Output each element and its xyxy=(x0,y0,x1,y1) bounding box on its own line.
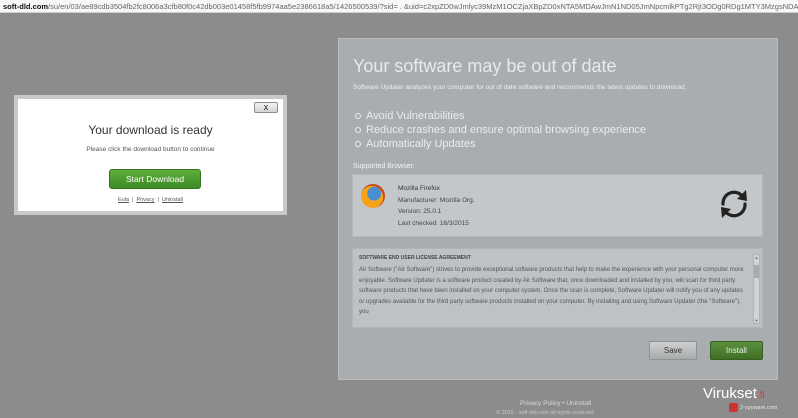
feature-list: Avoid Vulnerabilities Reduce crashes and… xyxy=(355,109,646,151)
dialog-subtitle: Please click the download button to cont… xyxy=(86,146,215,153)
eula-link[interactable]: Eula xyxy=(118,197,129,203)
browser-name: Mozilla Firefox xyxy=(398,185,440,192)
eula-text: Air Software ("Air Software") strives to… xyxy=(359,267,744,315)
link-separator: | xyxy=(132,197,134,203)
feature-item: Reduce crashes and ensure optimal browsi… xyxy=(355,123,646,137)
spyware-badge-icon xyxy=(729,403,738,412)
scroll-thumb[interactable] xyxy=(754,265,759,278)
scroll-up-icon[interactable]: ▲ xyxy=(754,255,759,260)
browser-info: Mozilla Firefox Manufacturer: Mozilla Or… xyxy=(398,183,475,229)
eula-scrollbar[interactable]: ▲ ▼ xyxy=(753,254,760,324)
eula-box[interactable]: SOFTWARE END USER LICENSE AGREEMENT Air … xyxy=(352,248,763,328)
bullet-icon xyxy=(355,113,361,119)
feature-text: Reduce crashes and ensure optimal browsi… xyxy=(366,124,647,136)
privacy-policy-link[interactable]: Privacy Policy xyxy=(520,400,560,407)
refresh-icon xyxy=(721,190,747,218)
feature-item: Automatically Updates xyxy=(355,137,646,151)
uninstall-link[interactable]: Uninstall xyxy=(162,197,183,203)
url-domain: soft-dld.com xyxy=(3,2,48,11)
start-download-button[interactable]: Start Download xyxy=(109,169,201,189)
watermark-sub: 2-spyware.com xyxy=(729,403,777,412)
firefox-logo-icon xyxy=(361,184,385,208)
feature-text: Avoid Vulnerabilities xyxy=(366,110,465,122)
url-path: /su/en/03/ae89cdb3504fb2fc8006a3cfb80f0c… xyxy=(48,2,798,11)
browser-last-checked: Last checked: 16/3/2015 xyxy=(398,219,469,227)
panel-title: Your software may be out of date xyxy=(353,56,617,76)
eula-title: SOFTWARE END USER LICENSE AGREEMENT xyxy=(359,255,471,261)
feature-item: Avoid Vulnerabilities xyxy=(355,109,646,123)
link-separator: | xyxy=(157,197,159,203)
dialog-links: Eula | Privacy | Uninstall xyxy=(18,197,283,203)
browser-manufacturer: Manufacturer: Mozilla Org. xyxy=(398,196,475,204)
bullet-icon xyxy=(355,127,361,133)
supported-browser-label: Supported Browser: xyxy=(353,163,415,170)
panel-subtitle: Software Updater analyzes your computer … xyxy=(353,84,687,91)
url-bar[interactable]: soft-dld.com/su/en/03/ae89cdb3504fb2fc80… xyxy=(0,0,798,13)
feature-text: Automatically Updates xyxy=(366,138,476,150)
watermark-brand-text: Virukset xyxy=(703,385,757,402)
scroll-down-icon[interactable]: ▼ xyxy=(754,318,759,323)
watermark-sub-text: 2-spyware.com xyxy=(740,404,778,411)
uninstall-link[interactable]: Uninstall xyxy=(566,400,591,407)
watermark-tld: .fi xyxy=(756,390,765,401)
updater-panel: Your software may be out of date Softwar… xyxy=(338,38,778,380)
bullet-icon xyxy=(355,141,361,147)
install-button[interactable]: Install xyxy=(710,341,763,360)
copyright: © 2015 - soft-dld.com all rights reserve… xyxy=(496,410,596,416)
watermark-logo: Virukset.fi 2-spyware.com xyxy=(703,385,777,412)
footer-links: Privacy Policy • Uninstall xyxy=(520,400,591,407)
browser-card: Mozilla Firefox Manufacturer: Mozilla Or… xyxy=(352,174,763,237)
watermark-brand: Virukset.fi xyxy=(703,385,765,402)
privacy-link[interactable]: Privacy xyxy=(136,197,154,203)
close-button[interactable]: x xyxy=(254,102,278,113)
download-dialog: x Your download is ready Please click th… xyxy=(14,95,287,215)
dialog-title: Your download is ready xyxy=(88,123,213,137)
save-button[interactable]: Save xyxy=(649,341,697,360)
browser-version: Version: 25.0.1 xyxy=(398,208,442,215)
